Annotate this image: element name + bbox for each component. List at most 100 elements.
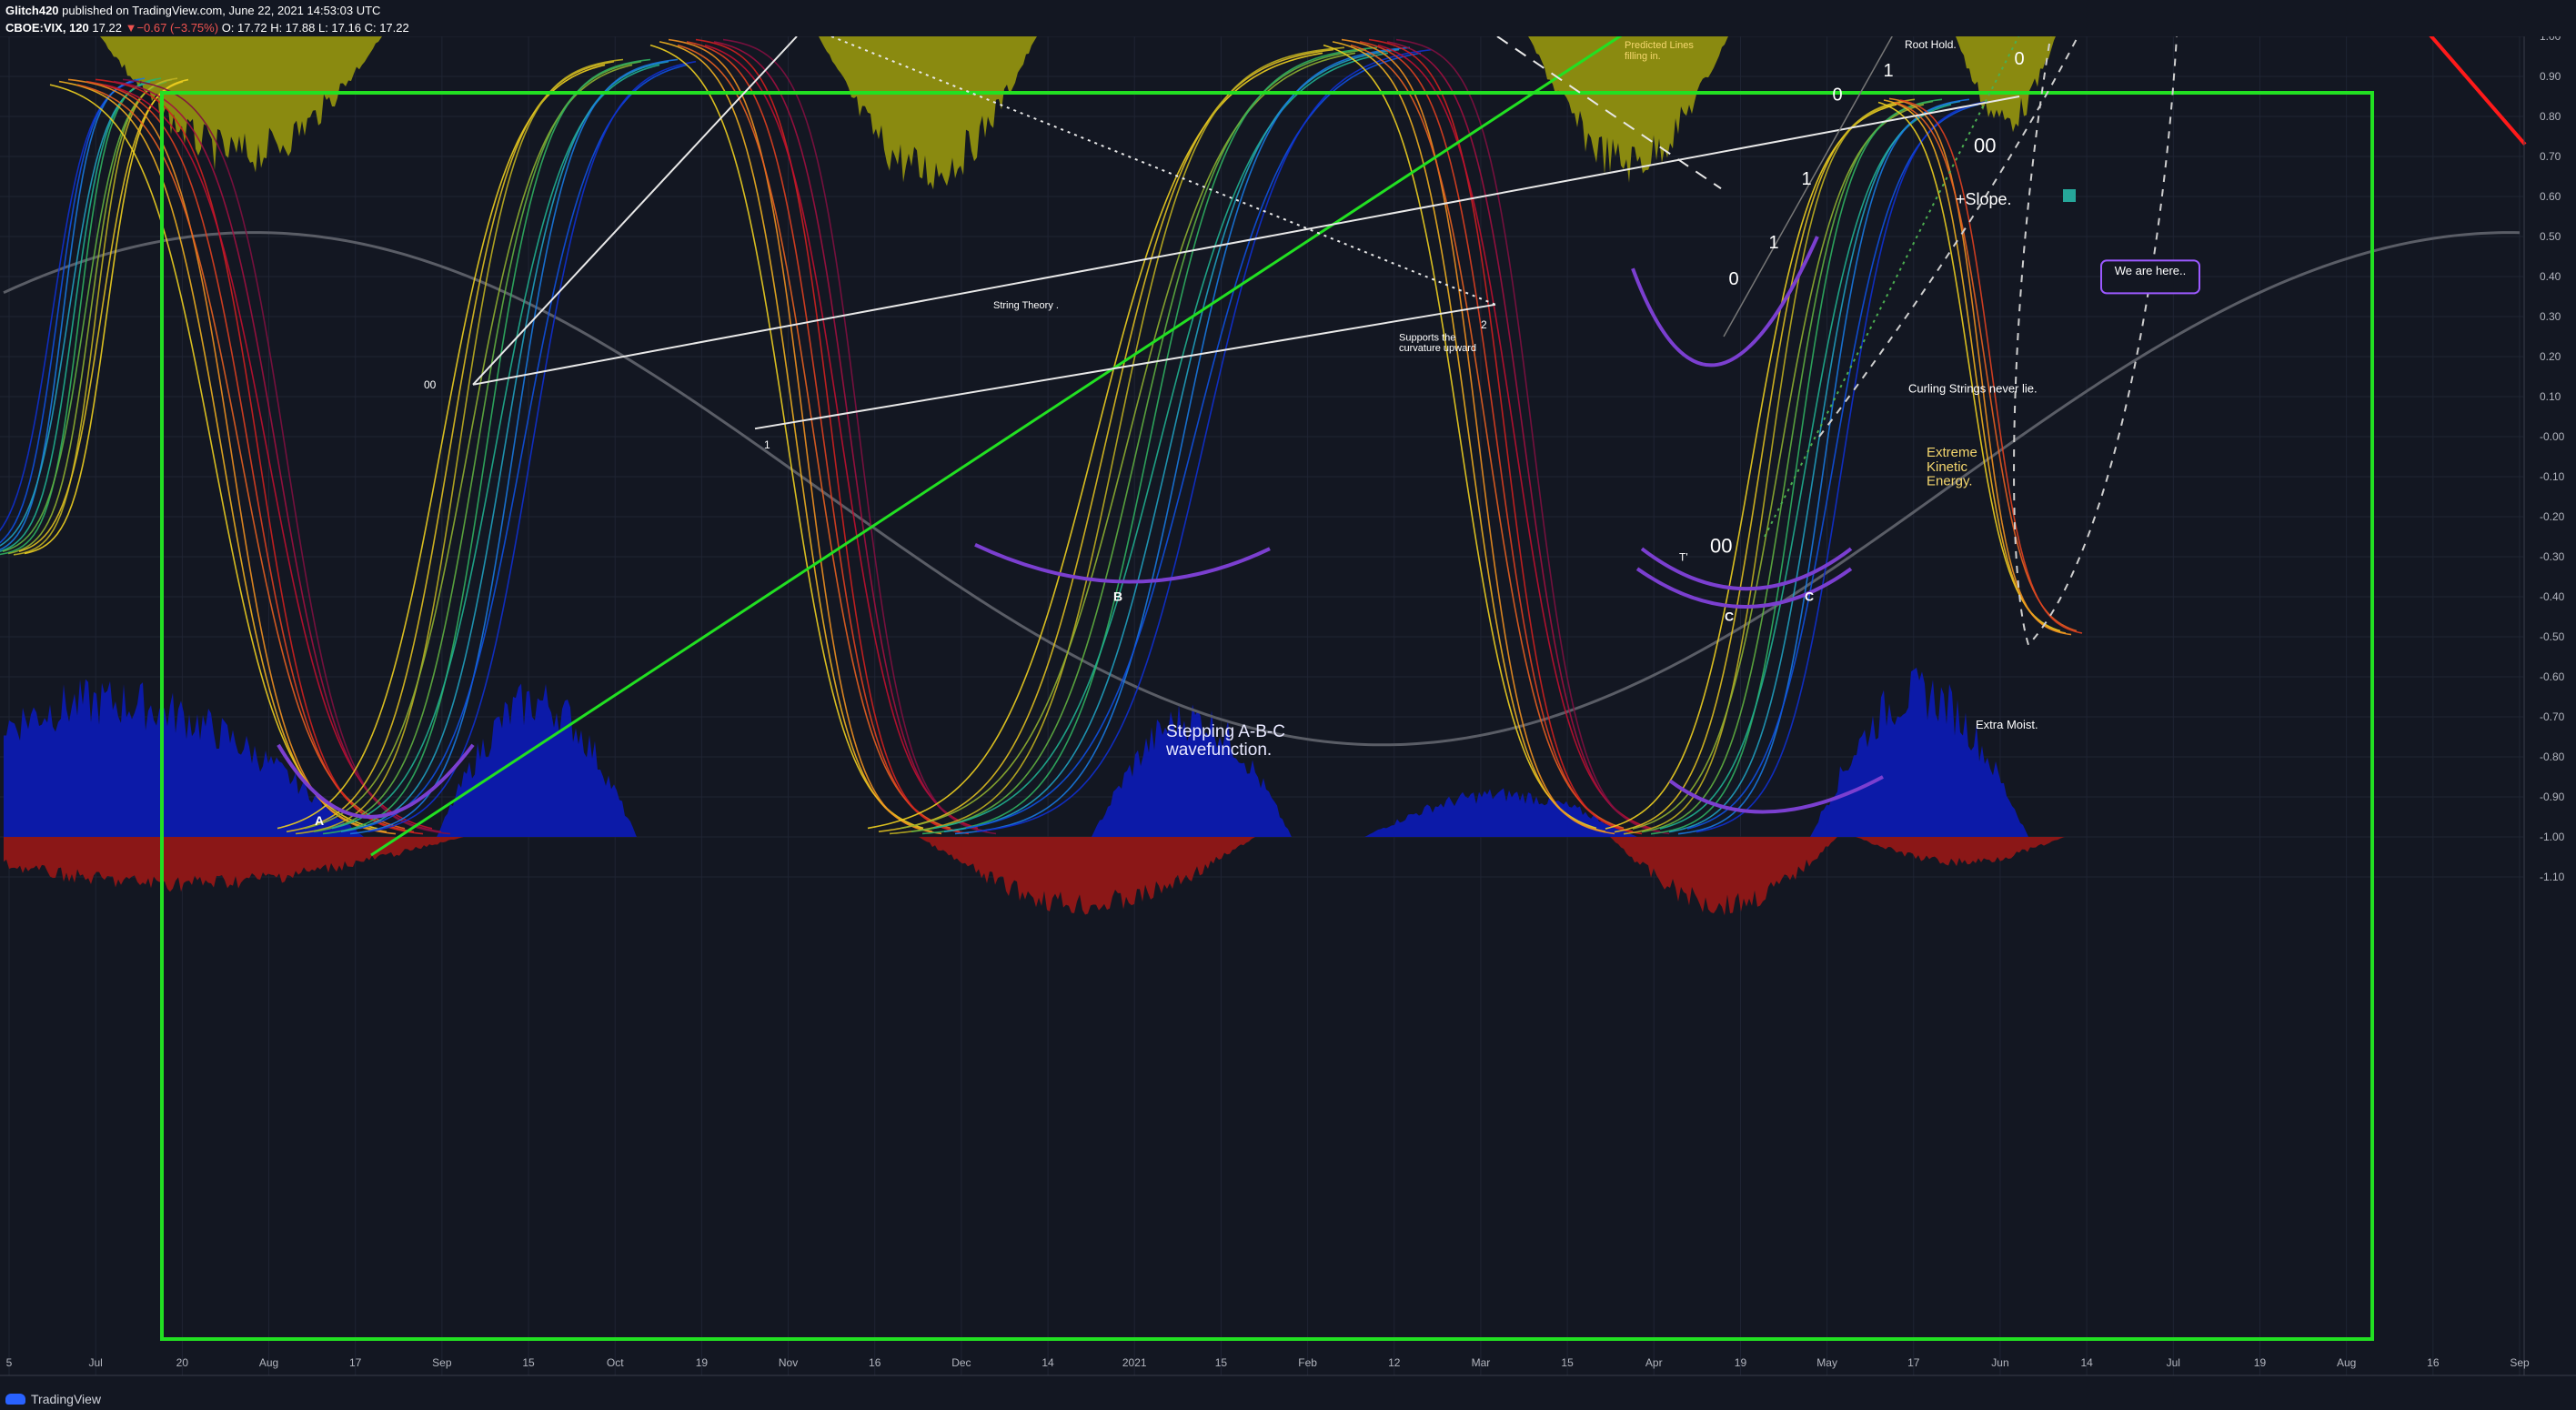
footer: TradingView bbox=[5, 1392, 101, 1406]
y-tick-label-line: 0.20 bbox=[2540, 350, 2561, 363]
predicted-label-line: Predicted Lines bbox=[1625, 40, 1694, 51]
footer-brand[interactable]: TradingView bbox=[31, 1392, 101, 1406]
close-value: C: 17.22 bbox=[364, 21, 409, 35]
falling-wave-string bbox=[1888, 97, 2072, 636]
y-tick-label-line: -0.90 bbox=[2540, 791, 2565, 803]
wave-label-c-2-line: C bbox=[1805, 589, 1814, 603]
y-tick-label-line: -0.30 bbox=[2540, 550, 2565, 563]
x-tick-label: Sep bbox=[2510, 1356, 2530, 1369]
x-tick-label-line: 12 bbox=[1388, 1356, 1401, 1369]
rising-wave-string bbox=[295, 58, 624, 835]
kinetic-label-line: Kinetic bbox=[1927, 459, 1968, 475]
y-tick-label-line: -0.20 bbox=[2540, 510, 2565, 523]
published-text: published on TradingView.com, June 22, 2… bbox=[62, 4, 381, 17]
current-price-marker[interactable] bbox=[2063, 189, 2076, 202]
y-tick-label: -0.30 bbox=[2540, 550, 2565, 563]
x-tick-label-line: Oct bbox=[607, 1356, 624, 1369]
falling-wave-string bbox=[1894, 101, 2078, 632]
num-1-left-line: 1 bbox=[764, 438, 770, 451]
stepping-label: Stepping A-B-C wavefunction. bbox=[1165, 722, 1285, 760]
wave-label-b-line: B bbox=[1113, 589, 1122, 603]
tradingview-logo-icon[interactable] bbox=[5, 1394, 25, 1405]
x-tick-label: Jun bbox=[1991, 1356, 2008, 1369]
supports-label-line: Supports the bbox=[1399, 332, 1455, 343]
x-tick-label: 16 bbox=[2427, 1356, 2440, 1369]
num-00-mid: 00 bbox=[1710, 535, 1732, 558]
y-tick-label-line: -0.40 bbox=[2540, 590, 2565, 603]
supports-label-line: curvature upward bbox=[1399, 343, 1476, 354]
x-tick-label: Apr bbox=[1645, 1356, 1663, 1369]
drawing-overlays bbox=[160, 36, 2527, 1341]
y-tick-label: -1.10 bbox=[2540, 871, 2565, 883]
publisher-name[interactable]: Glitch420 bbox=[5, 4, 59, 17]
red-histogram bbox=[1610, 837, 1837, 916]
y-tick-label: -0.20 bbox=[2540, 510, 2565, 523]
rising-wave-string bbox=[1614, 100, 1907, 833]
x-tick-label-line: 16 bbox=[2427, 1356, 2440, 1369]
chart-header: Glitch420 published on TradingView.com, … bbox=[5, 2, 409, 36]
num-00-left: 00 bbox=[424, 378, 437, 391]
kinetic-label-line: Energy. bbox=[1927, 474, 1973, 489]
binary-digit: 0 bbox=[1832, 85, 1842, 105]
falling-wave-string bbox=[1877, 101, 2061, 632]
x-tick-label: 15 bbox=[1215, 1356, 1228, 1369]
root-hold-label: Root Hold. bbox=[1905, 38, 1957, 51]
kinetic-label: Extreme Kinetic Energy. bbox=[1927, 445, 1977, 489]
change-arrow-icon: ▼ bbox=[125, 21, 137, 35]
x-tick-label: 2021 bbox=[1122, 1356, 1147, 1369]
x-tick-label-line: Jul bbox=[2167, 1356, 2180, 1369]
volume-histograms bbox=[4, 36, 2065, 916]
vix-chart[interactable]: VIX WAVEFUNCTION of VOLUME.2021 VIXNew A… bbox=[0, 36, 2576, 1383]
x-tick-label-line: 14 bbox=[2080, 1356, 2093, 1369]
we-are-here-label: We are here.. bbox=[2115, 264, 2187, 277]
extra-moist-label: Extra Moist. bbox=[1976, 718, 2038, 731]
y-tick-label-line: 0.70 bbox=[2540, 150, 2561, 163]
olive-histogram bbox=[1956, 36, 2056, 133]
x-tick-label: Aug bbox=[259, 1356, 278, 1369]
stepping-label-line: Stepping A-B-C bbox=[1166, 722, 1285, 741]
y-tick-label-line: -1.10 bbox=[2540, 871, 2565, 883]
y-tick-label-line: 1.00 bbox=[2540, 36, 2561, 43]
binary-digit-line: 1 bbox=[1883, 61, 1893, 81]
wave-label-a: A bbox=[315, 813, 324, 828]
x-tick-label: 12 bbox=[1388, 1356, 1401, 1369]
y-tick-label: 0.80 bbox=[2540, 110, 2561, 123]
x-tick-label-line: Aug bbox=[2337, 1356, 2356, 1369]
y-tick-label: -0.80 bbox=[2540, 750, 2565, 763]
rising-wave-string bbox=[313, 60, 642, 833]
x-tick-label: Feb bbox=[1298, 1356, 1317, 1369]
y-tick-label-line: -0.80 bbox=[2540, 750, 2565, 763]
y-tick-label-line: 0.40 bbox=[2540, 270, 2561, 283]
wave-label-c: C bbox=[1725, 609, 1734, 623]
x-tick-label: 15 bbox=[1561, 1356, 1574, 1369]
num-2-line: 2 bbox=[1481, 318, 1487, 331]
x-tick-label: Oct bbox=[607, 1356, 624, 1369]
num-1-left: 1 bbox=[764, 438, 770, 451]
y-tick-label: -0.90 bbox=[2540, 791, 2565, 803]
y-tick-label-line: 0.50 bbox=[2540, 230, 2561, 243]
y-tick-label: -1.00 bbox=[2540, 831, 2565, 843]
wave-label-a-line: A bbox=[315, 813, 324, 828]
wave-label-c-2: C bbox=[1805, 589, 1814, 603]
x-tick-label: 17 bbox=[1907, 1356, 1920, 1369]
y-tick-label: 0.60 bbox=[2540, 190, 2561, 203]
y-tick-label: -0.10 bbox=[2540, 470, 2565, 483]
x-tick-label: 14 bbox=[1041, 1356, 1054, 1369]
y-tick-label-line: -0.00 bbox=[2540, 430, 2565, 443]
binary-digit-line: 1 bbox=[1801, 169, 1811, 189]
x-tick-label-line: 16 bbox=[869, 1356, 881, 1369]
y-tick-label: 0.20 bbox=[2540, 350, 2561, 363]
x-tick-label: 19 bbox=[696, 1356, 709, 1369]
binary-digit-line: 0 bbox=[1832, 85, 1842, 105]
y-tick-label-line: -0.50 bbox=[2540, 630, 2565, 643]
y-tick-label-line: -0.10 bbox=[2540, 470, 2565, 483]
y-tick-label-line: 0.30 bbox=[2540, 310, 2561, 323]
binary-digit: 1 bbox=[1883, 61, 1893, 81]
green-frame bbox=[160, 91, 2374, 1341]
string-theory-label-line: String Theory . bbox=[993, 300, 1059, 311]
string-theory-label: String Theory . bbox=[993, 300, 1059, 311]
x-tick-label-line: Nov bbox=[779, 1356, 798, 1369]
y-tick-label-line: 0.90 bbox=[2540, 70, 2561, 83]
red-trendline bbox=[2429, 36, 2527, 146]
symbol-label[interactable]: CBOE:VIX, 120 bbox=[5, 21, 89, 35]
